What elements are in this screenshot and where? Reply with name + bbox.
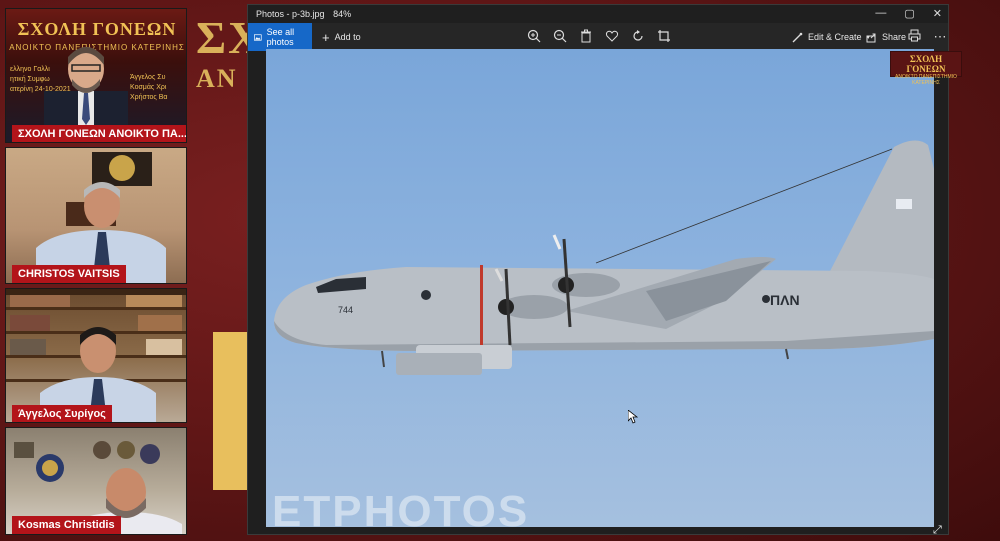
photos-toolbar: See all photos + Add to Edit & Create ▾ bbox=[248, 23, 948, 51]
participant-video-person bbox=[6, 289, 186, 422]
share-button[interactable]: Share bbox=[860, 23, 912, 51]
photo-gallery-icon bbox=[254, 33, 262, 41]
window-controls: — ▢ ✕ bbox=[875, 7, 942, 20]
photos-app-window[interactable]: Photos - p-3b.jpg 84% — ▢ ✕ See all phot… bbox=[247, 4, 949, 535]
mouse-cursor-icon bbox=[628, 410, 638, 424]
see-all-photos-button[interactable]: See all photos bbox=[248, 23, 312, 51]
photo-watermark: ETPHOTOS bbox=[272, 487, 530, 527]
participant-video-person bbox=[44, 47, 128, 135]
tile-banner-title: ΣΧΟΛΗ ΓΟΝΕΩΝ bbox=[17, 19, 177, 39]
participant-tile-christos-vaitsis[interactable]: CHRISTOS VAITSIS bbox=[5, 147, 187, 284]
participant-tile-school[interactable]: ΣΧΟΛΗ ΓΟΝΕΩΝ ΑΝΟΙΚΤΟ ΠΑΝΕΠΙΣΤΗΜΙΟ ΚΑΤΕΡΙ… bbox=[5, 8, 187, 143]
edit-sparkle-icon bbox=[792, 32, 803, 42]
delete-icon[interactable] bbox=[578, 29, 594, 45]
participant-tile-angelos-syrigos[interactable]: Άγγελος Συρίγος bbox=[5, 288, 187, 423]
expand-fullscreen-icon[interactable]: ⤢ bbox=[933, 524, 945, 536]
participant-name-badge: ΣΧΟΛΗ ΓΟΝΕΩΝ ΑΝΟΙΚΤΟ ΠΑ... bbox=[12, 125, 186, 142]
tile-side-caption: Άγγελος Συ Κοσμάς Χρι Χρήστος Βα bbox=[130, 74, 168, 101]
print-icon[interactable] bbox=[906, 29, 922, 45]
participant-name-badge: Kosmas Christidis bbox=[12, 516, 121, 534]
zoom-in-icon[interactable] bbox=[526, 29, 542, 45]
plus-icon: + bbox=[322, 29, 330, 45]
maximize-button[interactable]: ▢ bbox=[904, 7, 914, 20]
more-options-icon[interactable]: ⋯ bbox=[932, 29, 948, 45]
aircraft-photo: 744 ΠΛΝ bbox=[274, 140, 934, 375]
photo-viewer[interactable]: 744 ΠΛΝ ETPHOTOS bbox=[266, 49, 934, 527]
close-button[interactable]: ✕ bbox=[933, 7, 942, 20]
participant-video-person bbox=[36, 152, 166, 283]
aircraft-marking-text: ΠΛΝ bbox=[770, 292, 800, 308]
participant-name-badge: Άγγελος Συρίγος bbox=[12, 405, 112, 422]
favorite-heart-icon[interactable] bbox=[604, 29, 620, 45]
zoom-level: 84% bbox=[333, 9, 352, 19]
aircraft-number: 744 bbox=[338, 305, 353, 315]
minimize-button[interactable]: — bbox=[875, 7, 886, 20]
school-logo: ΣΧΟΛΗ ΓΟΝΕΩΝ ΑΝΟΙΚΤΟ ΠΑΝΕΠΙΣΤΗΜΙΟ ΚΑΤΕΡΙ… bbox=[890, 51, 962, 86]
background-bracket-shape bbox=[213, 332, 247, 490]
share-icon bbox=[866, 33, 876, 42]
crop-icon[interactable] bbox=[656, 29, 672, 45]
participant-name-badge: CHRISTOS VAITSIS bbox=[12, 265, 126, 283]
window-title-bar[interactable]: Photos - p-3b.jpg 84% — ▢ ✕ bbox=[248, 5, 948, 23]
zoom-out-icon[interactable] bbox=[552, 29, 568, 45]
add-to-button[interactable]: + Add to bbox=[316, 23, 367, 51]
window-title: Photos - p-3b.jpg 84% bbox=[256, 9, 352, 19]
rotate-icon[interactable] bbox=[630, 29, 646, 45]
participant-tile-kosmas-christidis[interactable]: Kosmas Christidis bbox=[5, 427, 187, 535]
